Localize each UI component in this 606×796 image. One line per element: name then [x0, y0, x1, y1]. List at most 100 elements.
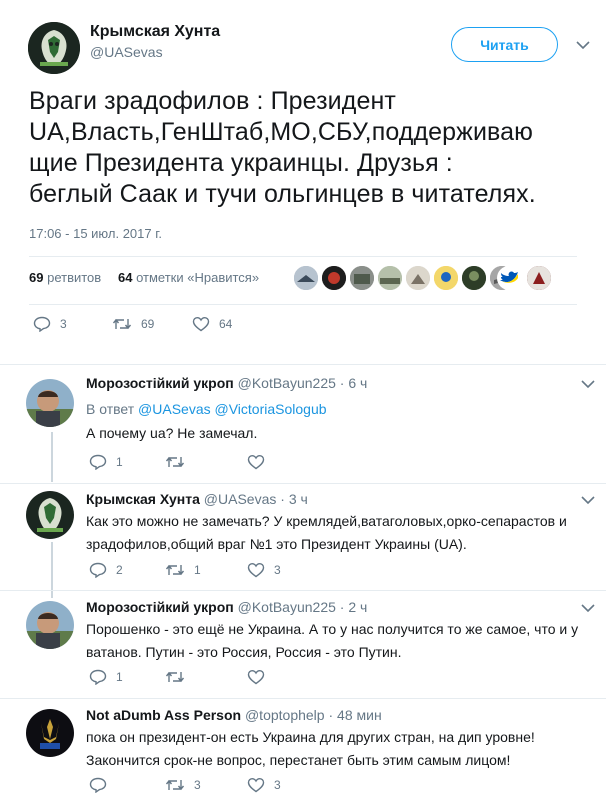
reply-text: пока он президент-он есть Украина для др…: [86, 727, 596, 770]
reply-author-name[interactable]: Морозостійкий укроп: [86, 599, 234, 615]
like-action[interactable]: 3: [247, 777, 281, 793]
retweet-icon: [112, 316, 132, 332]
liker-avatar[interactable]: [378, 266, 402, 290]
reply-count: 1: [116, 670, 123, 684]
divider: [29, 256, 577, 257]
retweet-action[interactable]: [165, 454, 194, 470]
divider: [0, 364, 606, 365]
likes-count: 64: [118, 270, 133, 285]
reply-author-handle[interactable]: @KotBayun225: [238, 375, 336, 391]
like-action[interactable]: 64: [192, 316, 232, 332]
retweets-count: 69: [29, 270, 44, 285]
chevron-down-icon[interactable]: [581, 495, 595, 505]
reply-to-line: В ответ @UASevas @VictoriaSologub: [86, 399, 327, 419]
retweet-action[interactable]: 1: [165, 562, 201, 578]
reply-icon: [89, 562, 107, 578]
retweet-icon: [165, 669, 185, 685]
mention-link[interactable]: @UASevas: [138, 401, 211, 417]
like-count: 3: [274, 563, 281, 577]
liker-avatar[interactable]: [350, 266, 374, 290]
tweet-timestamp[interactable]: 17:06 - 15 июл. 2017 г.: [29, 226, 162, 241]
retweet-icon: [165, 562, 185, 578]
reply-action[interactable]: 3: [33, 316, 67, 332]
divider: [0, 483, 606, 484]
heart-icon: [247, 669, 265, 685]
retweet-action[interactable]: [165, 669, 194, 685]
reply-avatar[interactable]: [26, 491, 74, 539]
divider: [0, 590, 606, 591]
like-action[interactable]: [247, 669, 274, 685]
liker-avatar[interactable]: [434, 266, 458, 290]
tweet-text-line: UA,Власть,ГенШтаб,МО,СБУ,поддерживаю: [29, 118, 534, 146]
reply-author-name[interactable]: Not aDumb Ass Person: [86, 707, 241, 723]
reply-time[interactable]: 3 ч: [289, 491, 308, 507]
liker-avatar-bird[interactable]: [497, 266, 521, 290]
chevron-down-icon[interactable]: [581, 379, 595, 389]
reply-time[interactable]: 48 мин: [337, 707, 382, 723]
reply-text-line: Закончится срок-не вопрос, перестанет бы…: [86, 752, 511, 768]
reply-header: Морозостійкий укроп @KotBayun225 · 6 ч: [86, 375, 368, 391]
heart-icon: [247, 777, 265, 793]
heart-icon: [247, 562, 265, 578]
like-count: 3: [274, 778, 281, 792]
retweets-label: ретвитов: [47, 270, 102, 285]
reply-time[interactable]: 2 ч: [348, 599, 367, 615]
retweet-icon: [165, 777, 185, 793]
retweet-action[interactable]: 3: [165, 777, 201, 793]
reply-action[interactable]: 2: [89, 562, 123, 578]
chevron-down-icon[interactable]: [581, 603, 595, 613]
reply-author-handle[interactable]: @UASevas: [204, 491, 277, 507]
like-action[interactable]: 3: [247, 562, 281, 578]
reply-avatar[interactable]: [26, 709, 74, 757]
reply-text-line: ватанов. Путин - это Россия, Россия - эт…: [86, 644, 402, 660]
reply-avatar[interactable]: [26, 601, 74, 649]
reply-time[interactable]: 6 ч: [348, 375, 367, 391]
liker-avatar[interactable]: [294, 266, 318, 290]
liker-avatar[interactable]: [406, 266, 430, 290]
reply-text-line: пока он президент-он есть Украина для др…: [86, 729, 535, 745]
reply-author-name[interactable]: Морозостійкий укроп: [86, 375, 234, 391]
author-avatar[interactable]: [28, 22, 80, 74]
heart-icon: [192, 316, 210, 332]
retweets-stat[interactable]: 69 ретвитов: [29, 270, 101, 285]
reply-count: 1: [116, 455, 123, 469]
tweet-text: Враги зрадофилов : Президент UA,Власть,Г…: [29, 86, 599, 210]
reply-author-handle[interactable]: @toptophelp: [245, 707, 325, 723]
thread-line: [51, 432, 53, 482]
likes-stat[interactable]: 64 отметки «Нравится»: [118, 270, 259, 285]
liker-avatar[interactable]: [527, 266, 551, 290]
tweet-text-line: Враги зрадофилов : Президент: [29, 87, 396, 115]
reply-icon: [89, 777, 107, 793]
liker-avatar[interactable]: [462, 266, 486, 290]
reply-text: Как это можно не замечать? У кремлядей,в…: [86, 511, 596, 554]
reply-icon: [89, 669, 107, 685]
author-name[interactable]: Крымская Хунта: [90, 23, 220, 41]
reply-count: 2: [116, 563, 123, 577]
reply-icon: [33, 316, 51, 332]
liker-avatar[interactable]: [322, 266, 346, 290]
follow-button[interactable]: Читать: [451, 27, 558, 62]
reply-avatar[interactable]: [26, 379, 74, 427]
retweet-count: 3: [194, 778, 201, 792]
reply-text: А почему ua? Не замечал.: [86, 425, 258, 441]
reply-author-handle[interactable]: @KotBayun225: [238, 599, 336, 615]
reply-header: Морозостійкий укроп @KotBayun225 · 2 ч: [86, 599, 368, 615]
reply-text-line: Порошенко - это ещё не Украина. А то у н…: [86, 621, 579, 637]
reply-author-name[interactable]: Крымская Хунта: [86, 491, 200, 507]
retweet-action[interactable]: 69: [112, 316, 154, 332]
reply-action[interactable]: 1: [89, 669, 123, 685]
retweet-count: 1: [194, 563, 201, 577]
reply-action[interactable]: 1: [89, 454, 123, 470]
retweet-count: 69: [141, 317, 155, 331]
author-handle[interactable]: @UASevas: [90, 44, 163, 60]
like-action[interactable]: [247, 454, 274, 470]
heart-icon: [247, 454, 265, 470]
divider: [29, 304, 577, 305]
tweet-text-line: беглый Саак и тучи ольгинцев в читателях…: [29, 180, 536, 208]
reply-text: Порошенко - это ещё не Украина. А то у н…: [86, 619, 596, 662]
mention-link[interactable]: @VictoriaSologub: [215, 401, 327, 417]
retweet-icon: [165, 454, 185, 470]
reply-action[interactable]: [89, 777, 116, 793]
reply-count: 3: [60, 317, 67, 331]
chevron-down-icon[interactable]: [576, 40, 590, 50]
